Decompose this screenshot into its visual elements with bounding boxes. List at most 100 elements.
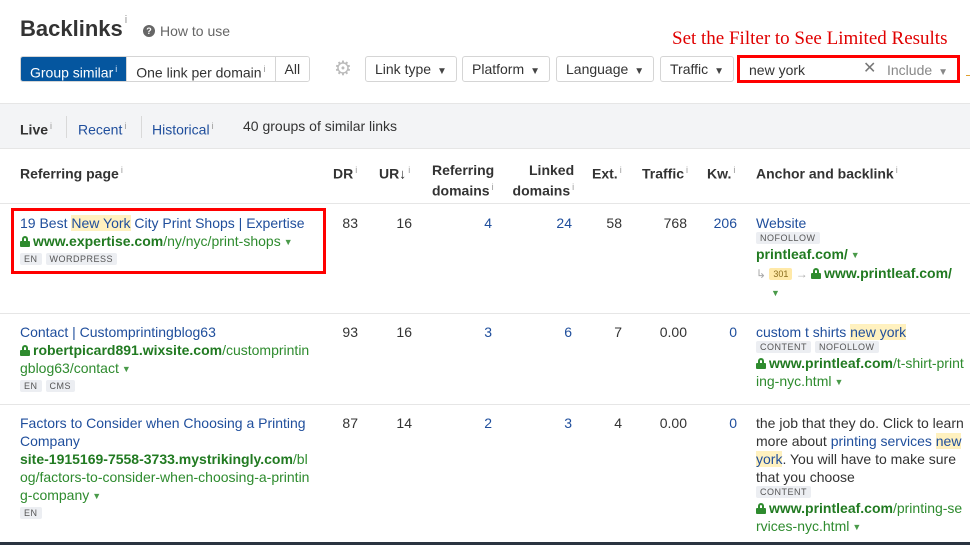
caret-down-icon[interactable]: ▼ [771,288,780,298]
linked-domains-value[interactable]: 24 [532,214,572,232]
page-title: Backlinks i [20,14,127,42]
gear-icon[interactable]: ⚙ [334,59,354,79]
tab-live[interactable]: Live i [20,118,52,138]
col-traffic[interactable]: Traffic i [642,162,688,183]
caret-down-icon: ▼ [634,66,645,77]
col-label: Linked [529,162,575,178]
group-similar-label: Group similar [30,64,114,81]
linked-domains-value[interactable]: 6 [532,323,572,341]
anchor-text[interactable]: Website [756,214,966,232]
caret-down-icon[interactable]: ▼ [852,522,861,532]
referring-page-title[interactable]: Factors to Consider when Choosing a Prin… [20,414,315,450]
info-icon[interactable]: i [620,165,622,175]
col-referring-page[interactable]: Referring page i [20,162,123,183]
keyword-filter: new york ✕ Include ▼ [737,55,960,83]
time-tabs: Live i Recent i Historical i 40 groups of s… [0,103,970,149]
backlink-url[interactable]: www.printleaf.com/printing-services-nyc.… [756,499,966,536]
keyword-filter-input[interactable]: new york [749,61,805,79]
caret-down-icon: ▼ [938,67,949,78]
tab-divider [66,116,67,138]
language-dropdown[interactable]: Language ▼ [556,56,655,82]
annotation-text: Set the Filter to See Limited Results [672,28,948,49]
col-label: Traffic [642,165,685,182]
col-anchor-backlink[interactable]: Anchor and backlink i [756,162,898,183]
language-label: Language [566,61,629,77]
backlink-url[interactable]: www.printleaf.com/t-shirt-printing-nyc.h… [756,354,966,391]
referring-page-title[interactable]: Contact | Customprintingblog63 [20,323,315,341]
referring-domains-value[interactable]: 3 [452,323,492,341]
tab-divider [141,116,142,138]
caret-down-icon[interactable]: ▼ [834,377,843,387]
anchor-text-part: custom t shirts [756,324,851,340]
platform-dropdown[interactable]: Platform ▼ [462,56,551,82]
all-button[interactable]: All [274,57,310,81]
ext-value: 4 [614,415,622,431]
col-linked-domains[interactable]: Linked domains i [512,162,575,200]
col-label: Ext. [592,165,618,182]
caret-down-icon: ▼ [714,66,725,77]
highlight-box [11,208,326,274]
one-link-per-domain-button[interactable]: One link per domain i [126,57,275,81]
kw-value[interactable]: 206 [697,214,737,232]
col-label: UR [379,165,400,182]
group-similar-button[interactable]: Group similar i [21,57,127,81]
referring-page-cell: Contact | Customprintingblog63 robertpic… [20,323,315,392]
tab-recent-label: Recent [78,121,123,138]
col-ur[interactable]: UR↓ i [379,162,410,183]
anchor-text-part: printing services [830,433,936,449]
anchor-context-text: . You will have to make sure that you ch… [756,451,956,485]
anchor-text[interactable]: custom t shirts new york [756,323,966,341]
redirect-chain: ↳ 301 → www.printleaf.com/ ▼ [756,264,966,302]
caret-down-icon[interactable]: ▼ [122,364,131,374]
redirect-code-badge: 301 [769,268,793,280]
traffic-dropdown[interactable]: Traffic ▼ [660,56,735,82]
linked-domains-value[interactable]: 3 [532,414,572,432]
info-icon[interactable]: i [686,165,688,175]
clear-icon[interactable]: ✕ [863,59,876,79]
how-to-use-link[interactable]: ? How to use [143,23,230,39]
traffic-value: 0.00 [659,415,687,431]
col-label: Anchor and backlink [756,165,894,182]
kw-value[interactable]: 0 [697,414,737,432]
info-icon[interactable]: i [212,121,214,131]
col-ext[interactable]: Ext. i [592,162,622,183]
url-domain: site-1915169-7558-3733.mystrikingly.com [20,451,293,467]
info-icon[interactable]: i [572,182,574,192]
redirect-arrow-icon: ↳ [756,267,770,281]
caret-down-icon: ▼ [530,66,541,77]
info-icon[interactable]: i [492,182,494,192]
referring-page-url[interactable]: robertpicard891.wixsite.com/customprinti… [20,341,315,378]
info-icon[interactable]: i [733,165,735,175]
tab-live-label: Live [20,121,49,138]
info-icon[interactable]: i [355,165,357,175]
referring-page-url[interactable]: site-1915169-7558-3733.mystrikingly.com/… [20,450,315,505]
info-icon[interactable]: i [125,14,127,26]
col-kw[interactable]: Kw. i [707,162,735,183]
info-icon[interactable]: i [264,64,266,74]
question-icon: ? [143,25,155,37]
info-icon[interactable]: i [408,165,410,175]
info-icon[interactable]: i [896,165,898,175]
tab-recent[interactable]: Recent i [78,118,126,138]
header-divider [0,203,970,204]
url-domain[interactable]: www.printleaf.com [824,265,948,281]
one-link-per-domain-label: One link per domain [136,64,262,81]
referring-domains-value[interactable]: 2 [452,414,492,432]
how-to-use-label: How to use [160,23,231,39]
kw-value[interactable]: 0 [697,323,737,341]
include-mode-dropdown[interactable]: Include ▼ [887,61,948,82]
info-icon[interactable]: i [115,64,117,74]
info-icon[interactable]: i [50,121,52,131]
info-icon[interactable]: i [121,165,123,175]
referring-domains-value[interactable]: 4 [452,214,492,232]
backlink-url[interactable]: printleaf.com/▼ [756,245,966,264]
tab-historical[interactable]: Historical i [152,118,214,138]
caret-down-icon[interactable]: ▼ [851,250,860,260]
info-icon[interactable]: i [124,121,126,131]
col-referring-domains[interactable]: Referring domains i [432,162,494,200]
col-dr[interactable]: DR i [333,162,357,183]
link-type-dropdown[interactable]: Link type ▼ [365,56,457,82]
caret-down-icon[interactable]: ▼ [92,491,101,501]
ext-value: 58 [606,215,622,231]
url-path: / [948,265,952,281]
